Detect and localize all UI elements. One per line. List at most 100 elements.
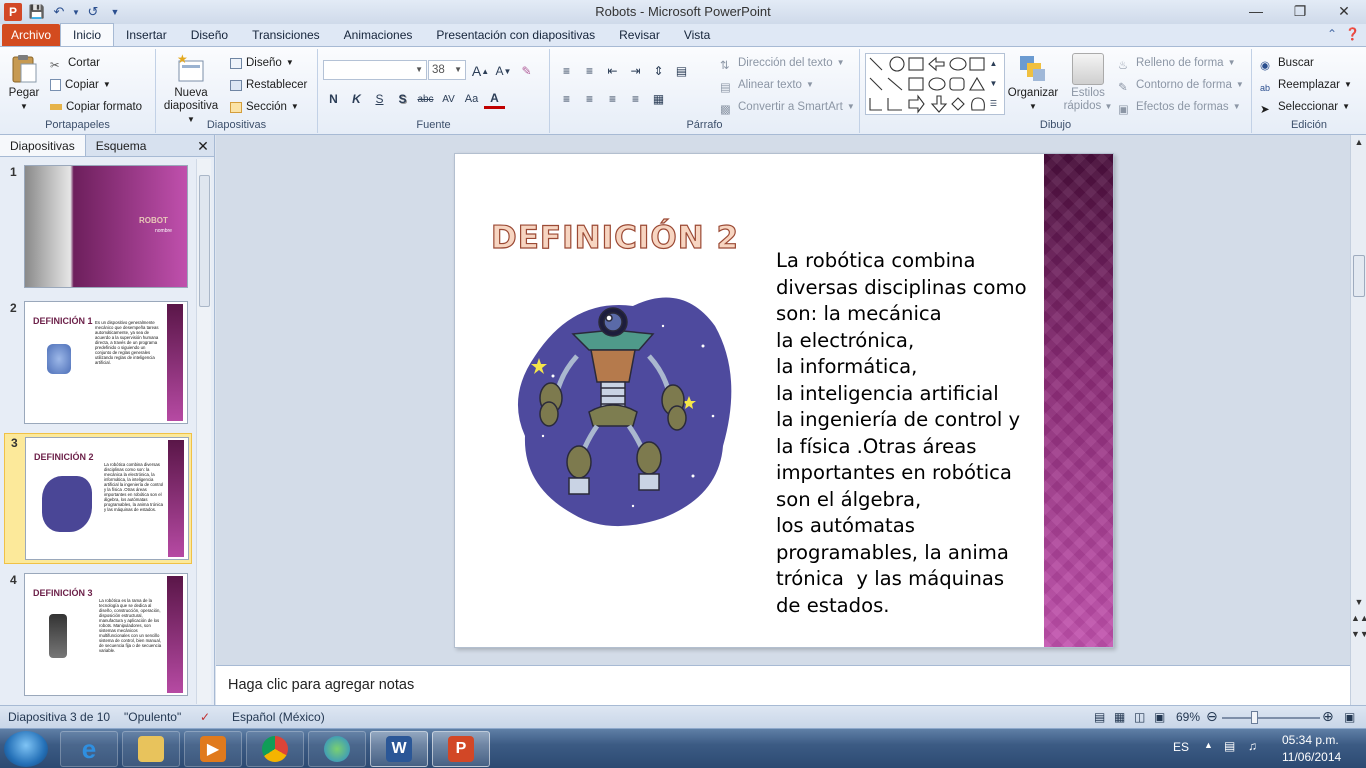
gallery-up-icon[interactable]: ▲ — [983, 53, 1004, 73]
font-color-icon[interactable]: A — [484, 89, 505, 109]
previous-slide-icon[interactable]: ▲▲ — [1351, 613, 1366, 623]
taskbar-media-player[interactable]: ▶ — [184, 731, 242, 767]
zoom-in-icon[interactable]: ⊕ — [1322, 708, 1334, 725]
align-center-icon[interactable]: ≡ — [579, 89, 600, 109]
reading-view-icon[interactable]: ◫ — [1134, 710, 1145, 724]
slide-thumbnail-3[interactable]: 3 DEFINICIÓN 2 La robótica combina diver… — [4, 433, 192, 564]
section-button[interactable]: Sección ▼ — [230, 97, 299, 117]
shape-outline-button[interactable]: ✎ Contorno de forma ▼ — [1118, 75, 1244, 95]
taskbar-word[interactable]: W — [370, 731, 428, 767]
find-button[interactable]: ◉ Buscar — [1260, 53, 1314, 73]
format-painter-button[interactable]: Copiar formato — [50, 97, 142, 117]
slide-thumbnail-2[interactable]: 2 DEFINICIÓN 1 Es un dispositivo general… — [4, 299, 192, 427]
underline-icon[interactable]: S — [369, 89, 390, 109]
cut-button[interactable]: ✂ Cortar — [50, 53, 100, 73]
minimize-ribbon-icon[interactable]: ⌃ — [1327, 27, 1337, 41]
spellcheck-icon[interactable]: ✓ — [200, 710, 210, 724]
robot-clipart-image[interactable] — [513, 286, 735, 528]
clock-time[interactable]: 05:34 p.m. — [1282, 733, 1339, 747]
close-button[interactable]: ✕ — [1322, 0, 1366, 22]
scrollbar-thumb[interactable] — [199, 175, 210, 307]
numbering-icon[interactable]: ≡ — [579, 61, 600, 81]
powerpoint-app-icon[interactable]: P — [4, 3, 22, 21]
character-spacing-icon[interactable]: AV — [438, 89, 459, 109]
zoom-slider[interactable] — [1222, 717, 1320, 719]
tab-revisar[interactable]: Revisar — [607, 24, 672, 46]
next-slide-icon[interactable]: ▼▼ — [1351, 629, 1366, 639]
slideshow-icon[interactable]: ▣ — [1154, 710, 1165, 724]
quick-styles-button[interactable]: Estilos rápidos ▼ — [1063, 53, 1113, 113]
font-name-combo[interactable]: ▼ — [323, 60, 427, 80]
notes-pane[interactable]: Haga clic para agregar notas — [216, 665, 1350, 705]
gallery-more-icon[interactable]: ☰ — [983, 93, 1004, 113]
increase-indent-icon[interactable]: ⇥ — [625, 61, 646, 81]
start-button[interactable] — [4, 731, 48, 767]
change-case-icon[interactable]: Aa — [461, 89, 482, 109]
scroll-down-icon[interactable]: ▼ — [1351, 597, 1366, 607]
theme-name[interactable]: "Opulento" — [124, 710, 181, 724]
align-text-button[interactable]: ▤ Alinear texto ▼ — [720, 75, 814, 95]
select-button[interactable]: ➤ Seleccionar ▼ — [1260, 97, 1350, 117]
arrange-button[interactable]: Organizar ▼ — [1006, 53, 1060, 113]
tab-vista[interactable]: Vista — [672, 24, 722, 46]
fit-to-window-icon[interactable]: ▣ — [1344, 710, 1355, 724]
slide-thumbnail-1[interactable]: 1 ROBOT nombre — [4, 163, 192, 291]
tab-diseno[interactable]: Diseño — [179, 24, 240, 46]
slide-vertical-scrollbar[interactable]: ▲ ▼ ▲▲ ▼▼ — [1350, 135, 1366, 705]
justify-icon[interactable]: ≡ — [625, 89, 646, 109]
strikethrough-icon[interactable]: abc — [415, 89, 436, 109]
font-size-combo[interactable]: 38 ▼ — [428, 60, 466, 80]
layout-button[interactable]: Diseño ▼ — [230, 53, 294, 73]
bold-icon[interactable]: N — [323, 89, 344, 109]
normal-view-icon[interactable]: ▤ — [1094, 710, 1105, 724]
slides-panel-scrollbar[interactable] — [196, 159, 211, 704]
network-icon[interactable]: ▤ — [1224, 739, 1235, 753]
language-indicator[interactable]: Español (México) — [232, 710, 325, 724]
help-icon[interactable]: ❓ — [1345, 27, 1360, 41]
scroll-up-icon[interactable]: ▲ — [1351, 137, 1366, 147]
current-slide[interactable]: DEFINICIÓN 2 La robótica combina diversa… — [454, 153, 1114, 648]
smartart-button[interactable]: ▩ Convertir a SmartArt ▼ — [720, 97, 855, 117]
reset-button[interactable]: Restablecer — [230, 75, 307, 95]
decrease-indent-icon[interactable]: ⇤ — [602, 61, 623, 81]
tab-transiciones[interactable]: Transiciones — [240, 24, 332, 46]
zoom-slider-handle[interactable] — [1251, 711, 1258, 724]
copy-button[interactable]: Copiar ▼ — [50, 75, 111, 95]
shape-effects-button[interactable]: ▣ Efectos de formas ▼ — [1118, 97, 1241, 117]
tab-diapositivas[interactable]: Diapositivas — [0, 135, 86, 156]
zoom-level[interactable]: 69% — [1176, 710, 1200, 724]
close-panel-icon[interactable]: ✕ — [192, 135, 214, 156]
slide-body-text[interactable]: La robótica combina diversas disciplinas… — [776, 248, 1041, 619]
replace-button[interactable]: ab Reemplazar ▼ — [1260, 75, 1352, 95]
new-slide-button[interactable]: ★ Nueva diapositiva ▼ — [160, 52, 222, 126]
taskbar-powerpoint[interactable]: P — [432, 731, 490, 767]
columns-layout-icon[interactable]: ▦ — [648, 89, 669, 109]
volume-icon[interactable]: ♫ — [1248, 739, 1257, 753]
tray-arrow-icon[interactable]: ▲ — [1204, 740, 1213, 750]
gallery-down-icon[interactable]: ▼ — [983, 73, 1004, 93]
grow-font-icon[interactable]: A ▲ — [470, 61, 491, 81]
save-icon[interactable]: 💾 — [28, 3, 46, 21]
bullets-icon[interactable]: ≡ — [556, 61, 577, 81]
slide-title[interactable]: DEFINICIÓN 2 — [490, 219, 739, 256]
zoom-out-icon[interactable]: ⊖ — [1206, 708, 1218, 725]
taskbar-chrome[interactable] — [246, 731, 304, 767]
text-direction-button[interactable]: ⇅ Dirección del texto ▼ — [720, 53, 845, 73]
tab-presentacion[interactable]: Presentación con diapositivas — [424, 24, 607, 46]
tab-insertar[interactable]: Insertar — [114, 24, 179, 46]
slide-thumbnail-4[interactable]: 4 DEFINICIÓN 3 La robótica es la rama de… — [4, 571, 192, 699]
redo-icon[interactable]: ↺ — [84, 3, 102, 21]
paste-button[interactable]: Pegar ▼ — [6, 53, 42, 113]
align-right-icon[interactable]: ≡ — [602, 89, 623, 109]
tab-inicio[interactable]: Inicio — [60, 23, 115, 46]
minimize-button[interactable]: — — [1234, 0, 1278, 22]
clear-format-icon[interactable]: ✎ — [516, 61, 537, 81]
tab-archivo[interactable]: Archivo — [2, 24, 61, 46]
tab-animaciones[interactable]: Animaciones — [332, 24, 425, 46]
dropdown-arrow-icon[interactable]: ▼ — [72, 3, 80, 21]
shrink-font-icon[interactable]: A ▼ — [493, 61, 514, 81]
align-left-icon[interactable]: ≡ — [556, 89, 577, 109]
shadow-icon[interactable]: S — [392, 89, 413, 109]
slide-sorter-icon[interactable]: ▦ — [1114, 710, 1125, 724]
taskbar-ie[interactable]: e — [60, 731, 118, 767]
